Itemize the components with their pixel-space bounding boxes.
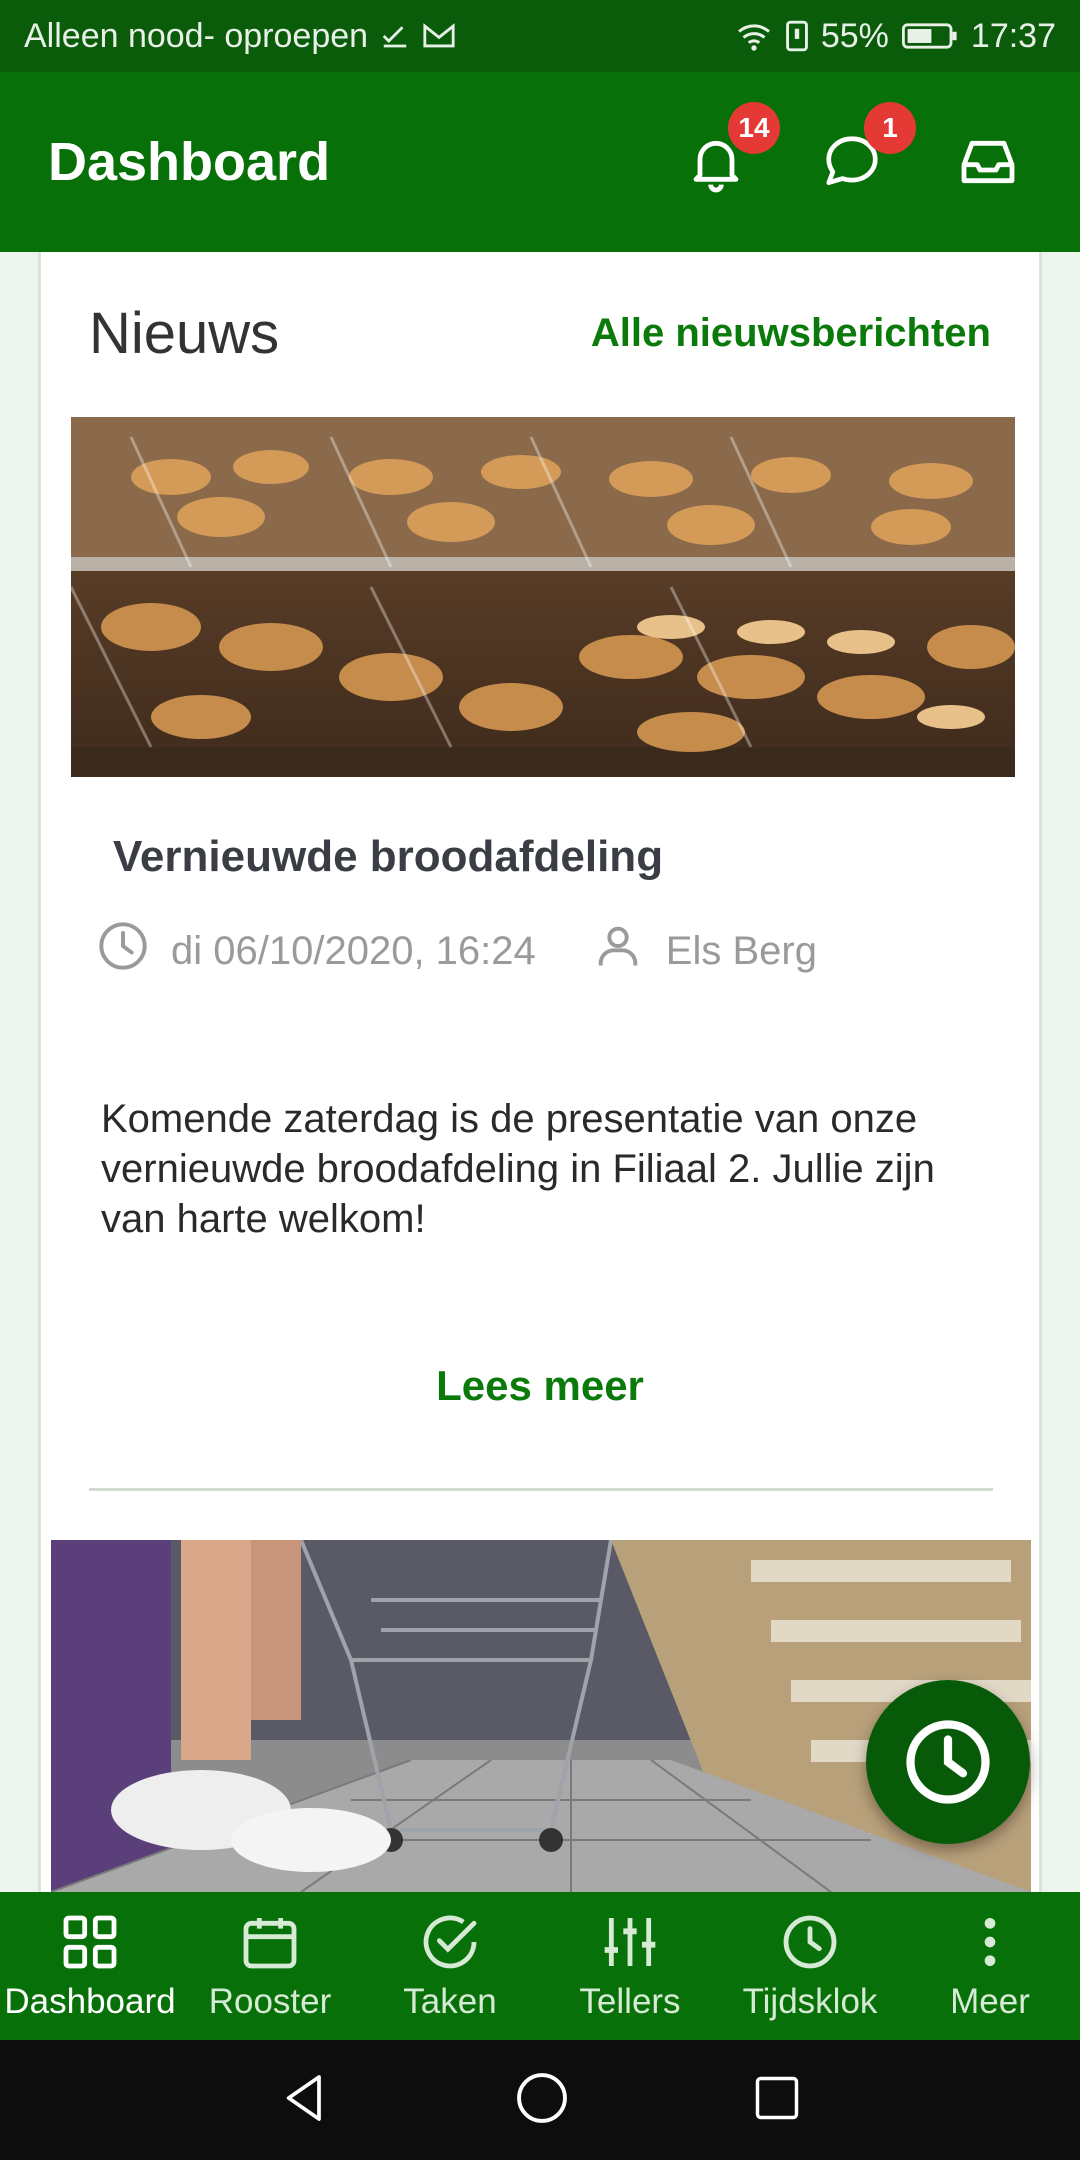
inbox-icon <box>961 140 1015 184</box>
time-clock-fab[interactable] <box>866 1680 1030 1844</box>
messages-badge: 1 <box>864 102 916 154</box>
check-icon <box>380 21 410 51</box>
user-icon <box>592 920 644 982</box>
status-bar: Alleen nood- oproepen 55% 17:37 <box>0 0 1080 72</box>
sliders-icon <box>604 1918 656 1966</box>
inbox-button[interactable] <box>952 126 1024 198</box>
bottom-navigation: Dashboard Rooster Taken Tellers Tijdsklo… <box>0 1892 1080 2040</box>
carrier-text: Alleen nood- oproepen <box>24 16 369 55</box>
nav-label: Tijdsklok <box>742 1982 878 2021</box>
nav-label: Taken <box>403 1982 497 2021</box>
grid-icon <box>63 1915 117 1969</box>
clock-icon <box>906 1720 990 1804</box>
back-icon[interactable] <box>277 2070 333 2131</box>
notifications-button[interactable]: 14 <box>680 102 780 198</box>
recents-icon[interactable] <box>751 2072 803 2129</box>
nav-rooster[interactable]: Rooster <box>180 1892 360 2040</box>
clock-icon <box>97 920 149 982</box>
nav-label: Dashboard <box>4 1982 176 2021</box>
page-title: Dashboard <box>48 132 331 192</box>
notifications-badge: 14 <box>728 102 780 154</box>
more-vertical-icon <box>984 1918 996 1966</box>
battery-icon <box>901 22 959 50</box>
nav-taken[interactable]: Taken <box>360 1892 540 2040</box>
wifi-icon <box>735 21 773 51</box>
read-more-link[interactable]: Lees meer <box>41 1362 1039 1410</box>
clock-time: 17:37 <box>970 16 1056 55</box>
nav-label: Tellers <box>579 1982 681 2021</box>
news-section-title: Nieuws <box>89 301 280 366</box>
nav-tijdsklok[interactable]: Tijdsklok <box>720 1892 900 2040</box>
nav-label: Meer <box>950 1982 1030 2021</box>
calendar-icon <box>243 1918 297 1969</box>
sim-icon <box>785 20 809 52</box>
article-date: di 06/10/2020, 16:24 <box>171 928 536 973</box>
news-card: Nieuws Alle nieuwsberichten Vernieuwde b… <box>38 252 1042 1892</box>
article-body: Komende zaterdag is de presentatie van o… <box>101 1097 935 1241</box>
divider <box>89 1488 993 1491</box>
article-meta: di 06/10/2020, 16:24 Els Berg <box>97 920 817 982</box>
clock-icon <box>783 1915 837 1969</box>
all-news-link[interactable]: Alle nieuwsberichten <box>591 311 991 356</box>
nav-tellers[interactable]: Tellers <box>540 1892 720 2040</box>
article-image-bakery[interactable] <box>71 417 1015 777</box>
home-icon[interactable] <box>513 2069 571 2132</box>
check-circle-icon <box>423 1915 477 1969</box>
nav-dashboard[interactable]: Dashboard <box>0 1892 180 2040</box>
article-title[interactable]: Vernieuwde broodafdeling <box>113 832 663 882</box>
mail-icon <box>422 21 456 51</box>
article-author: Els Berg <box>665 928 817 973</box>
battery-percentage: 55% <box>820 16 889 55</box>
system-navigation-bar <box>0 2040 1080 2160</box>
nav-meer[interactable]: Meer <box>900 1892 1080 2040</box>
app-bar: Dashboard 14 1 <box>0 72 1080 252</box>
messages-button[interactable]: 1 <box>816 102 916 198</box>
nav-label: Rooster <box>208 1982 332 2021</box>
